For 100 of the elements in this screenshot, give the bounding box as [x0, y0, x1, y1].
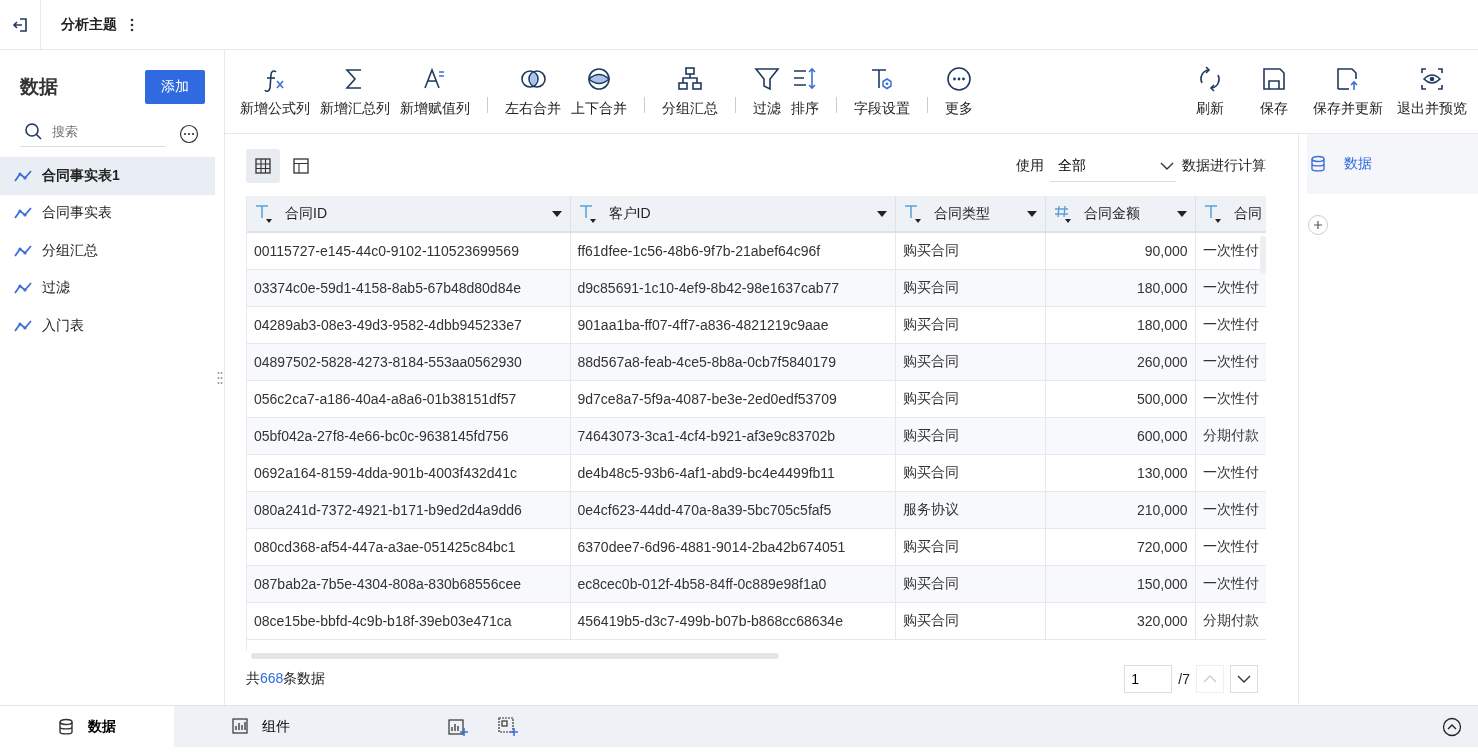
filter-icon [754, 65, 780, 92]
table-cell: 购买合同 [895, 232, 1045, 269]
more-icon[interactable] [179, 123, 199, 144]
scope-dropdown[interactable]: 全部 [1050, 150, 1176, 182]
page-total: /7 [1178, 671, 1190, 687]
record-count: 668 [260, 670, 284, 686]
table-cell: 080a241d-7372-4921-b171-b9ed2d4a9dd6 [247, 491, 570, 528]
more-icon [946, 65, 972, 92]
column-header[interactable]: 合同类型 [895, 196, 1045, 232]
sidebar-item[interactable]: 入门表 [0, 307, 215, 345]
table-cell: 600,000 [1045, 417, 1195, 454]
count-label: 条数据 [283, 670, 326, 686]
data-node[interactable]: 数据 [1307, 134, 1478, 194]
table-cell: 260,000 [1045, 343, 1195, 380]
toolbar-button[interactable]: 新增汇总列 [315, 63, 395, 120]
sidebar-item[interactable]: 合同事实表 [0, 194, 215, 232]
sidebar-item[interactable]: 过滤 [0, 269, 215, 307]
toolbar-button[interactable]: 保存 [1244, 63, 1304, 120]
chevron-up-icon [1203, 675, 1217, 683]
scope-label: 使用 [1016, 157, 1044, 175]
toolbar-button[interactable]: 刷新 [1180, 63, 1240, 120]
table-cell: 购买合同 [895, 454, 1045, 491]
table-cell: 320,000 [1045, 602, 1195, 639]
table-cell: 一次性付 [1195, 565, 1266, 602]
toolbar-button[interactable]: 上下合并 [566, 63, 632, 120]
column-header[interactable]: 合同 [1195, 196, 1266, 232]
layout-icon [292, 157, 310, 175]
table-cell: 180,000 [1045, 269, 1195, 306]
add-node-icon[interactable] [1307, 214, 1329, 236]
toolbar-button[interactable]: 字段设置 [849, 63, 915, 120]
toolbar-button[interactable]: 过滤 [748, 63, 786, 120]
database-icon [1310, 155, 1326, 173]
table-cell: 04289ab3-08e3-49d3-9582-4dbb945233e7 [247, 306, 570, 343]
exit-icon[interactable] [11, 15, 29, 34]
hierarchy-icon [677, 65, 703, 92]
dropdown-caret-icon[interactable] [1026, 210, 1037, 217]
table-cell: 90,000 [1045, 232, 1195, 269]
table-cell: 00115727-e145-44c0-9102-110523699569 [247, 232, 570, 269]
table-cell: 9d7ce8a7-5f9a-4087-be3e-2ed0edf53709 [570, 380, 895, 417]
dropdown-caret-icon[interactable] [1176, 210, 1187, 217]
table-cell: 087bab2a-7b5e-4304-808a-830b68556cee [247, 565, 570, 602]
column-header[interactable]: 客户ID [570, 196, 895, 232]
table-cell: 130,000 [1045, 454, 1195, 491]
search-icon [24, 122, 42, 140]
view-toggle[interactable] [246, 149, 280, 183]
next-page-button[interactable] [1230, 665, 1258, 693]
toolbar-button[interactable]: 左右合并 [500, 63, 566, 120]
bottom-tab[interactable]: 组件 [174, 706, 348, 747]
bottom-tab[interactable]: 数据 [0, 706, 174, 747]
sidebar-item[interactable]: 合同事实表1 [0, 157, 215, 195]
toolbar-button[interactable]: 新增公式列 [235, 63, 315, 120]
table-cell: 080cd368-af54-447a-a3ae-051425c84bc1 [247, 528, 570, 565]
table-cell: 购买合同 [895, 528, 1045, 565]
scrollbar-thumb[interactable] [1260, 236, 1266, 274]
collapse-up-icon[interactable] [1442, 716, 1462, 737]
trend-line-icon [14, 281, 32, 296]
scrollbar-thumb[interactable] [251, 653, 779, 659]
text-type-icon [903, 203, 922, 224]
dropdown-caret-icon[interactable] [876, 210, 887, 217]
toolbar-button[interactable]: 排序 [786, 63, 824, 120]
table-cell: 180,000 [1045, 306, 1195, 343]
more-vertical-icon[interactable] [129, 17, 135, 32]
sidebar-item[interactable]: 分组汇总 [0, 232, 215, 270]
table-cell: 150,000 [1045, 565, 1195, 602]
splitter-handle[interactable] [216, 370, 223, 385]
panel-heading: 数据 [20, 75, 58, 99]
union-icon [586, 65, 612, 92]
table-cell: 一次性付 [1195, 491, 1266, 528]
save-icon [1261, 65, 1287, 92]
table-cell: d9c85691-1c10-4ef9-8b42-98e1637cab77 [570, 269, 895, 306]
table-cell: 056c2ca7-a186-40a4-a8a6-01b38151df57 [247, 380, 570, 417]
bar-chart-icon [232, 717, 248, 736]
toolbar-button[interactable]: 分组汇总 [657, 63, 723, 120]
table-cell: 一次性付 [1195, 306, 1266, 343]
table-cell: 88d567a8-feab-4ce5-8b8a-0cb7f5840179 [570, 343, 895, 380]
toolbar-button[interactable]: 退出并预览 [1392, 63, 1472, 120]
column-header[interactable]: 合同ID [247, 196, 570, 232]
grid-icon [254, 157, 272, 175]
table-cell: 6370dee7-6d96-4881-9014-2ba42b674051 [570, 528, 895, 565]
chevron-down-icon [1160, 161, 1174, 170]
add-button[interactable]: 添加 [145, 70, 205, 104]
trend-line-icon [14, 168, 32, 183]
table-cell: 购买合同 [895, 565, 1045, 602]
scope-label: 数据进行计算 [1182, 157, 1266, 175]
dropdown-caret-icon[interactable] [551, 210, 562, 217]
table-cell: ec8cec0b-012f-4b58-84ff-0c889e98f1a0 [570, 565, 895, 602]
table-cell: 0692a164-8159-4dda-901b-4003f432d41c [247, 454, 570, 491]
table-cell: 服务协议 [895, 491, 1045, 528]
table-cell: 购买合同 [895, 380, 1045, 417]
add-layout-icon[interactable] [498, 716, 518, 737]
table-cell: 一次性付 [1195, 454, 1266, 491]
table-cell: 购买合同 [895, 306, 1045, 343]
page-input[interactable]: 1 [1124, 665, 1173, 693]
trend-line-icon [14, 206, 32, 221]
toolbar-button[interactable]: 更多 [940, 63, 978, 120]
toolbar-button[interactable]: 保存并更新 [1308, 63, 1388, 120]
toolbar-button[interactable]: 新增赋值列 [395, 63, 475, 120]
column-header[interactable]: 合同金额 [1045, 196, 1195, 232]
preview-icon [1419, 65, 1445, 92]
add-chart-icon[interactable] [448, 716, 468, 737]
